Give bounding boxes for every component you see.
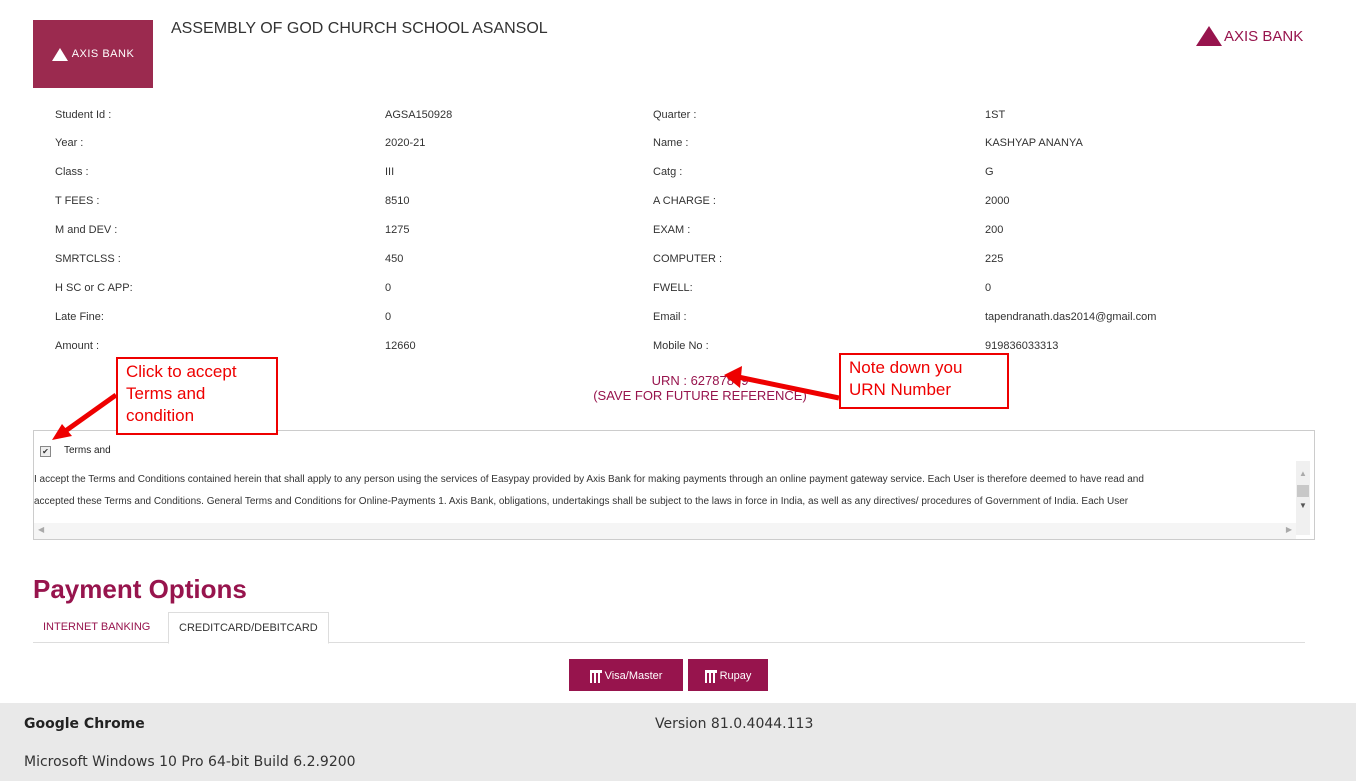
arrow-to-urn [737,374,840,401]
annotation-arrows [52,366,840,440]
arrow-head [724,366,742,388]
arrow-to-checkbox [62,392,118,435]
